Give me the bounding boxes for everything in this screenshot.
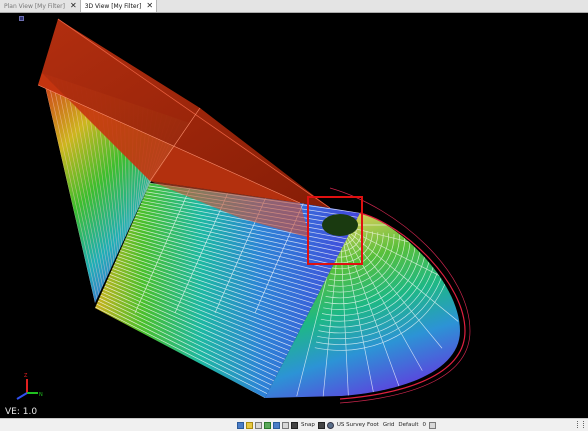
status-bar: Snap US Survey Foot Grid Default 0: [0, 418, 588, 431]
grid-default-label[interactable]: Default: [398, 422, 418, 428]
image-icon[interactable]: [273, 421, 280, 429]
tab-plan-view-label: Plan View [My Filter]: [4, 2, 65, 10]
pit-floor: [322, 214, 358, 236]
3d-viewport[interactable]: Z N VE: 1.0: [0, 13, 588, 418]
3d-scene: Z N: [16, 18, 471, 404]
tab-plan-view[interactable]: Plan View [My Filter] ✕: [0, 0, 80, 12]
resize-grip-icon[interactable]: [577, 421, 584, 428]
counter-label: 0: [422, 422, 427, 428]
close-icon[interactable]: ✕: [146, 2, 153, 10]
lock-icon[interactable]: [429, 421, 436, 429]
axis-triad: Z N: [16, 373, 43, 400]
axis-z-label: Z: [24, 373, 28, 379]
snap-label[interactable]: Snap: [301, 422, 315, 428]
vertical-exaggeration-label: VE: 1.0: [5, 407, 38, 417]
zoom-icon[interactable]: [255, 421, 262, 429]
tab-3d-view[interactable]: 3D View [My Filter] ✕: [79, 0, 158, 12]
ruler-icon[interactable]: [282, 421, 289, 429]
grid-label[interactable]: Grid: [383, 422, 395, 428]
view-icon[interactable]: [237, 421, 244, 429]
layer-icon[interactable]: [246, 421, 253, 429]
snap-icon[interactable]: [291, 421, 298, 429]
select-icon[interactable]: [264, 421, 271, 429]
view-tab-bar: Plan View [My Filter] ✕ 3D View [My Filt…: [0, 0, 588, 13]
viewport-corner-icon[interactable]: [19, 16, 24, 21]
units-label[interactable]: US Survey Foot: [337, 422, 379, 428]
tab-3d-view-label: 3D View [My Filter]: [84, 2, 142, 10]
close-icon[interactable]: ✕: [70, 2, 77, 10]
globe-icon[interactable]: [326, 421, 334, 429]
layers-toggle-icon[interactable]: [317, 421, 325, 429]
axis-n-label: N: [39, 392, 43, 398]
